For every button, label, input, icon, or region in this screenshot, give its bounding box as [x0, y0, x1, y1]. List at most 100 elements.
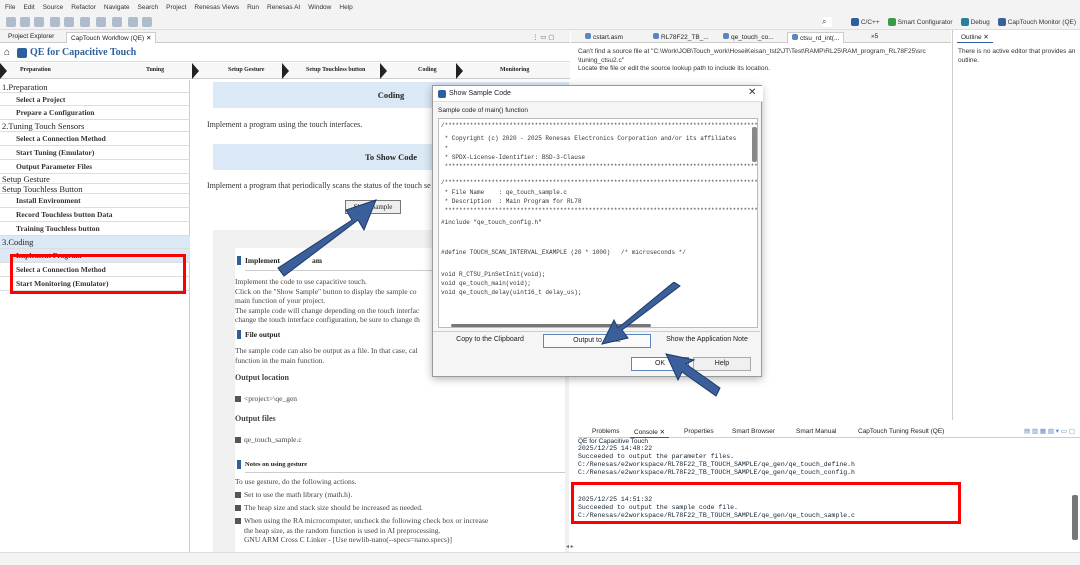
- console-scrollbar[interactable]: [1072, 495, 1078, 540]
- toolbar-button-icon[interactable]: [20, 17, 30, 27]
- step-setup-touchless-button[interactable]: Setup Touchless button: [306, 67, 365, 73]
- editor-tab-label: ctsu_rd_int(...: [800, 35, 840, 42]
- code-line: ****************************************…: [441, 163, 758, 170]
- file-icon: [653, 33, 659, 39]
- code-line: * SPDX-License-Identifier: BSD-3-Clause: [441, 154, 586, 161]
- show-code-desc: Implement a program that periodically sc…: [207, 181, 431, 190]
- toolbar-button-icon[interactable]: [34, 17, 44, 27]
- toolbar-button-icon[interactable]: [112, 17, 122, 27]
- code-line: ****************************************…: [441, 207, 758, 214]
- editor-tab[interactable]: qe_touch_co...: [719, 32, 778, 42]
- splitter-arrows-icon[interactable]: ◂ ▸: [566, 543, 574, 550]
- code-line: /***************************************…: [441, 179, 758, 186]
- code-line: /***************************************…: [441, 122, 758, 129]
- search-icon[interactable]: ⌕: [822, 17, 832, 27]
- home-icon[interactable]: ⌂: [4, 47, 10, 58]
- menu-item-project[interactable]: Project: [166, 4, 186, 11]
- sidebar-item[interactable]: Prepare a Configuration: [0, 106, 190, 120]
- sidebar-item[interactable]: Record Touchless button Data: [0, 208, 190, 222]
- tab-outline[interactable]: Outline ✕: [957, 32, 993, 43]
- menu-item-refactor[interactable]: Refactor: [71, 4, 96, 11]
- workflow-sidebar: 1.Preparation Select a Project Prepare a C…: [0, 80, 190, 552]
- step-tuning[interactable]: Tuning: [146, 67, 164, 73]
- toolbar-button-icon[interactable]: [6, 17, 16, 27]
- menu-item-window[interactable]: Window: [308, 4, 331, 11]
- gesture-intro: To use gesture, do the following actions…: [235, 477, 357, 486]
- outline-message: There is no active editor that provides …: [958, 48, 1076, 64]
- menu-item-renesas-ai[interactable]: Renesas AI: [267, 4, 300, 11]
- tab-project-explorer[interactable]: Project Explorer: [4, 32, 58, 41]
- sidebar-item[interactable]: Output Parameter Files: [0, 160, 190, 174]
- show-sample-code-dialog: Show Sample Code ✕ Sample code of main()…: [432, 85, 763, 377]
- sidebar-item[interactable]: Start Tuning (Emulator): [0, 146, 190, 160]
- toolbar-button-icon[interactable]: [50, 17, 60, 27]
- console-tab-label: CapTouch Tuning Result (QE): [858, 428, 945, 435]
- editor-tabs: cstart.asm RL78F22_TB_... qe_touch_co... ct…: [571, 30, 951, 43]
- sidebar-item[interactable]: Select a Connection Method: [0, 132, 190, 146]
- perspective-icon: [960, 18, 969, 26]
- gesture-item-text: Set to use the math library (math.h).: [244, 490, 353, 499]
- editor-tab-label: qe_touch_co...: [731, 34, 774, 41]
- step-preparation[interactable]: Preparation: [20, 67, 51, 73]
- console-tab[interactable]: Smart Browser: [728, 427, 779, 436]
- console-tabs: Problems Console ✕ Properties Smart Browser…: [578, 424, 1080, 438]
- file-icon: [723, 33, 729, 39]
- view-menu-icon[interactable]: ⋮ ▭ ▢: [528, 32, 558, 42]
- perspective-smart-configurator[interactable]: Smart Configurator: [887, 18, 953, 26]
- console-tab[interactable]: Console ✕: [630, 427, 670, 438]
- editor-message: Can't find a source file at "C:\Work\JOB…: [578, 48, 950, 74]
- editor-tab[interactable]: RL78F22_TB_...: [649, 32, 713, 42]
- highlight-coding-box: [10, 254, 186, 294]
- perspective-switcher: C/C++ Smart Configurator Debug CapTouch Mon…: [850, 14, 1076, 30]
- toolbar-button-icon[interactable]: [64, 17, 74, 27]
- menu-item-file[interactable]: File: [5, 4, 15, 11]
- sidebar-item[interactable]: Select a Project: [0, 93, 190, 106]
- editor-tab[interactable]: ctsu_rd_int(...: [787, 32, 845, 43]
- menu-item-help[interactable]: Help: [339, 4, 352, 11]
- gesture-ra-line: GNU ARM Cross C Linker - [Use newlib-nan…: [244, 535, 452, 544]
- editor-tab-label: »5: [871, 33, 879, 40]
- menu-item-search[interactable]: Search: [138, 4, 159, 11]
- console-toolbar-icon[interactable]: ▤ ▥ ▦ ▧ ▾ ▭ ▢: [1020, 426, 1079, 436]
- gesture-item-text: The heap size and stack size should be i…: [244, 503, 423, 512]
- perspective-label: C/C++: [860, 18, 880, 26]
- close-icon[interactable]: ✕: [748, 87, 756, 98]
- step-monitoring[interactable]: Monitoring: [500, 67, 529, 73]
- output-files-label: Output files: [235, 414, 276, 423]
- output-files: qe_touch_sample.c: [235, 435, 555, 445]
- console-tab[interactable]: Problems: [588, 427, 623, 436]
- menu-item-navigate[interactable]: Navigate: [104, 4, 130, 11]
- tab-captouch-workflow[interactable]: CapTouch Workflow (QE) ✕: [66, 32, 157, 43]
- console-tab[interactable]: Properties: [680, 427, 718, 436]
- editor-tab[interactable]: »5: [867, 32, 882, 41]
- coding-desc: Implement a program using the touch inte…: [207, 120, 363, 129]
- console-tab[interactable]: Smart Manual: [792, 427, 840, 436]
- menu-item-edit[interactable]: Edit: [23, 4, 34, 11]
- perspective-label: CapTouch Monitor (QE): [1007, 18, 1076, 26]
- menu-item-source[interactable]: Source: [43, 4, 64, 11]
- menu-item-run[interactable]: Run: [247, 4, 259, 11]
- toolbar-button-icon[interactable]: [142, 17, 152, 27]
- sidebar-item[interactable]: Training Touchless button: [0, 222, 190, 236]
- arrow-to-ok: [665, 353, 721, 397]
- console-line: C:/Renesas/e2workspace/RL78F22_TB_TOUCH_…: [578, 469, 855, 476]
- sidebar-item: Setup Touchless Button: [0, 184, 190, 194]
- outline-view: Outline ✕: [952, 30, 1080, 420]
- step-coding[interactable]: Coding: [418, 67, 437, 73]
- qe-header: ⌂ QE for Capacitive Touch: [0, 44, 570, 62]
- file-icon: [585, 33, 591, 39]
- console-tab[interactable]: CapTouch Tuning Result (QE): [854, 427, 948, 436]
- gesture-ra-note: When using the RA microcomputer, uncheck…: [235, 516, 555, 545]
- menu-item-renesas-views[interactable]: Renesas Views: [194, 4, 239, 11]
- sidebar-item[interactable]: Install Environment: [0, 194, 190, 208]
- toolbar-button-icon[interactable]: [80, 17, 90, 27]
- code-vertical-scrollbar[interactable]: [752, 127, 757, 162]
- step-setup-gesture[interactable]: Setup Gesture: [228, 67, 264, 73]
- copy-to-clipboard-button[interactable]: Copy to the Clipboard: [436, 334, 544, 348]
- perspective-c-c-[interactable]: C/C++: [850, 18, 880, 26]
- perspective-debug[interactable]: Debug: [960, 18, 990, 26]
- perspective-captouch-monitor-qe-[interactable]: CapTouch Monitor (QE): [997, 18, 1076, 26]
- toolbar-button-icon[interactable]: [96, 17, 106, 27]
- editor-tab[interactable]: cstart.asm: [581, 32, 627, 42]
- toolbar-button-icon[interactable]: [128, 17, 138, 27]
